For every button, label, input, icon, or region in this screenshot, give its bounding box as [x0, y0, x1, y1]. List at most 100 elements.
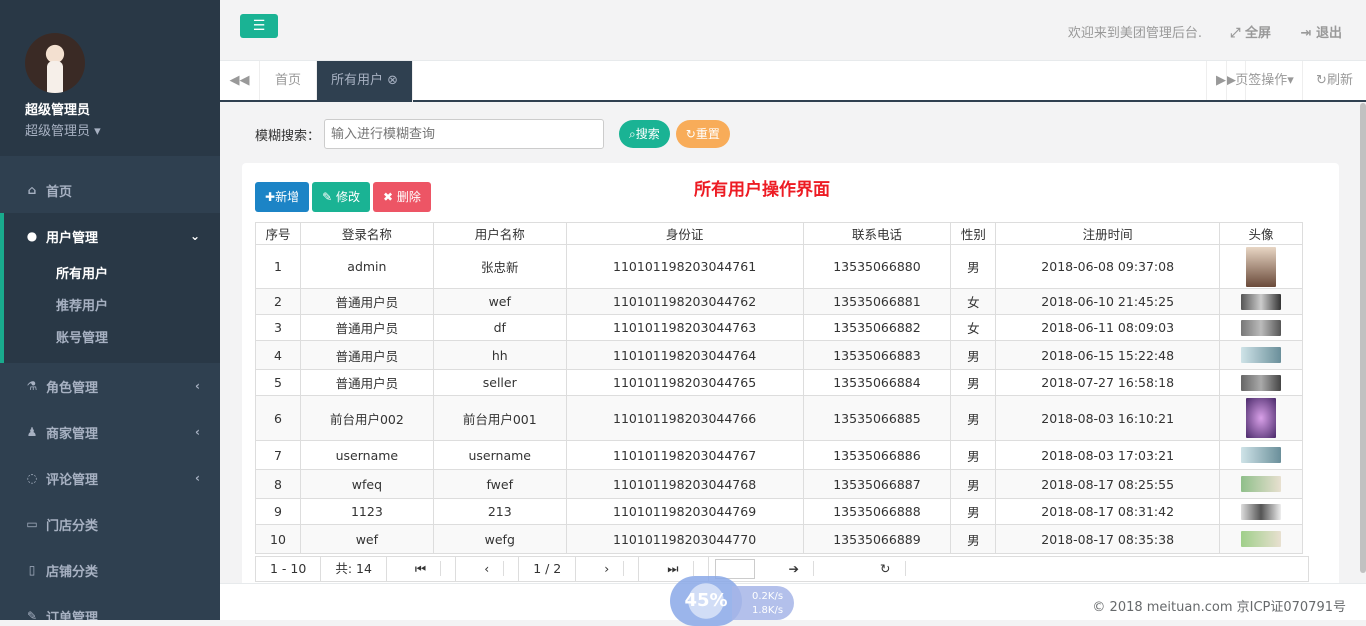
reload-button[interactable]: ↻ — [852, 557, 919, 581]
table-row[interactable]: 2 普通用户员 wef 110101198203044762 13535066881 女 2… — [255, 288, 1303, 315]
avatar-image[interactable] — [1241, 319, 1282, 336]
user-icon: ● — [26, 229, 38, 243]
tab-scroll-left-button[interactable]: ◀◀ — [220, 61, 260, 100]
expand-icon: ⤢ — [1230, 26, 1241, 41]
search-button[interactable]: ⌕搜索 — [619, 120, 670, 148]
menu-toggle-button[interactable]: ☰ — [240, 14, 278, 38]
sidebar: 超级管理员 超级管理员 ▾ ⌂ 首页 ● 用户管理 ⌄ 所有用户 推荐用户 账号管理 … — [0, 0, 220, 620]
sidebar-item-merchants[interactable]: ♟ 商家管理 ‹ — [0, 409, 220, 455]
chevron-left-icon: ‹ — [195, 471, 200, 485]
table-row[interactable]: 9 1123 213 110101198203044769 13535066888 男 20… — [255, 498, 1303, 525]
table-cell: 普通用户员 — [299, 369, 434, 396]
scrollbar[interactable] — [1360, 103, 1366, 583]
sidebar-item-users[interactable]: ● 用户管理 ⌄ — [4, 213, 220, 259]
sign-out-icon: ⇥ — [1300, 26, 1312, 41]
search-button-label: 搜索 — [635, 127, 660, 141]
prev-page-button[interactable]: ‹ — [456, 557, 520, 581]
table-cell: seller — [432, 369, 567, 396]
avatar-image[interactable] — [1241, 531, 1282, 548]
avatar-image[interactable] — [1241, 447, 1282, 464]
table-cell: 4 — [255, 340, 301, 370]
sidebar-item-home[interactable]: ⌂ 首页 — [0, 167, 220, 213]
table-cell: 男 — [950, 395, 997, 441]
sidebar-item-store-categories[interactable]: ▭ 门店分类 — [0, 501, 220, 547]
table-row[interactable]: 8 wfeq fwef 110101198203044768 13535066887 男 2… — [255, 469, 1303, 499]
table-row[interactable]: 5 普通用户员 seller 110101198203044765 1353506688… — [255, 369, 1303, 396]
table-cell: 5 — [255, 369, 301, 396]
col-header[interactable]: 头像 — [1219, 222, 1303, 245]
refresh-icon: ↻ — [1316, 73, 1327, 88]
col-header[interactable]: 联系电话 — [802, 222, 952, 245]
avatar[interactable] — [25, 33, 85, 93]
sidebar-item-comments[interactable]: ◌ 评论管理 ‹ — [0, 455, 220, 501]
sidebar-item-label: 首页 — [46, 184, 73, 200]
avatar-image[interactable] — [1246, 398, 1277, 438]
go-page-button[interactable]: ➔ — [761, 557, 828, 581]
col-header[interactable]: 序号 — [255, 222, 301, 245]
search-input[interactable] — [324, 119, 605, 149]
col-header[interactable]: 注册时间 — [995, 222, 1221, 245]
tab-refresh-button[interactable]: ↻刷新 — [1302, 61, 1366, 100]
table-cell: 13535066886 — [802, 440, 952, 470]
avatar-cell — [1219, 395, 1303, 441]
sidebar-subitem-all-users[interactable]: 所有用户 — [4, 259, 220, 291]
table-row[interactable]: 7 username username 110101198203044767 13535… — [255, 440, 1303, 470]
col-header[interactable]: 身份证 — [565, 222, 804, 245]
tab-home[interactable]: 首页 — [260, 61, 317, 100]
next-page-button[interactable]: › — [576, 557, 640, 581]
table-cell: 2018-06-08 09:37:08 — [995, 244, 1221, 289]
table-row[interactable]: 4 普通用户员 hh 110101198203044764 13535066883 男 20… — [255, 340, 1303, 370]
page-indicator: 1 / 2 — [519, 557, 577, 581]
table-cell: 213 — [432, 498, 567, 525]
sidebar-item-label: 订单管理 — [46, 610, 99, 621]
table-row[interactable]: 6 前台用户002 前台用户001 110101198203044766 1353506… — [255, 395, 1303, 441]
avatar-image[interactable] — [1241, 347, 1282, 364]
caret-down-icon: ▾ — [1287, 73, 1294, 88]
sidebar-subitem-account-management[interactable]: 账号管理 — [4, 323, 220, 355]
chevron-left-icon: ‹ — [195, 425, 200, 439]
avatar-image[interactable] — [1246, 246, 1277, 287]
fullscreen-button[interactable]: ⤢ 全屏 — [1230, 22, 1271, 41]
avatar-cell — [1219, 340, 1303, 370]
avatar-image[interactable] — [1241, 503, 1282, 520]
profile-name: 超级管理员 — [25, 103, 91, 118]
add-button[interactable]: ✚新增 — [255, 182, 310, 212]
scrollbar-thumb[interactable] — [1360, 103, 1366, 573]
fullscreen-label: 全屏 — [1244, 26, 1271, 41]
sidebar-item-label: 门店分类 — [46, 518, 99, 534]
close-circle-icon[interactable]: ⊗ — [387, 73, 398, 88]
edit-button[interactable]: ✎ 修改 — [312, 182, 370, 212]
sidebar-item-roles[interactable]: ⚗ 角色管理 ‹ — [0, 363, 220, 409]
total-count: 共: 14 — [321, 557, 387, 581]
tab-all-users[interactable]: 所有用户 ⊗ — [317, 61, 413, 102]
sidebar-subitem-recommended-users[interactable]: 推荐用户 — [4, 291, 220, 323]
profile-role-dropdown[interactable]: 超级管理员 ▾ — [25, 120, 220, 139]
first-page-button[interactable]: ⏮ — [387, 557, 457, 581]
delete-button[interactable]: ✖ 删除 — [372, 182, 431, 212]
welcome-text: 欢迎来到美团管理后台. — [1067, 26, 1202, 41]
table-cell: 110101198203044769 — [565, 498, 804, 525]
sidebar-item-orders[interactable]: ✎ 订单管理 — [0, 593, 220, 620]
table-row[interactable]: 1 admin 张忠新 110101198203044761 13535066880 男 2… — [255, 244, 1303, 289]
comment-icon: ◌ — [26, 471, 38, 485]
reset-button[interactable]: ↻重置 — [675, 120, 730, 148]
avatar-image[interactable] — [1241, 293, 1282, 310]
table-cell: 1 — [255, 244, 301, 289]
main-content: 模糊搜索： ⌕搜索 ↻重置 所有用户操作界面 ✚新增 ✎ 修改 ✖ 删除 序号 … — [220, 103, 1360, 583]
table-cell: 110101198203044768 — [565, 469, 804, 499]
tab-operations-dropdown[interactable]: 页签操作▾ — [1226, 61, 1302, 100]
col-header[interactable]: 性别 — [950, 222, 997, 245]
avatar-image[interactable] — [1241, 374, 1282, 391]
logout-button[interactable]: ⇥ 退出 — [1301, 22, 1342, 41]
table-row[interactable]: 10 wef wefg 110101198203044770 13535066889 男 2… — [255, 524, 1303, 554]
edit-icon: ✎ — [322, 190, 333, 204]
chevron-right-icon: › — [590, 561, 625, 576]
chevron-down-icon: ⌄ — [189, 229, 200, 243]
table-row[interactable]: 3 普通用户员 df 110101198203044763 13535066882 女 20… — [255, 314, 1303, 341]
add-label: 新增 — [275, 190, 300, 204]
sidebar-item-shop-categories[interactable]: ▯ 店铺分类 — [0, 547, 220, 593]
avatar-image[interactable] — [1241, 476, 1282, 493]
col-header[interactable]: 用户名称 — [432, 222, 567, 245]
col-header[interactable]: 登录名称 — [299, 222, 434, 245]
reset-button-label: 重置 — [695, 127, 720, 141]
